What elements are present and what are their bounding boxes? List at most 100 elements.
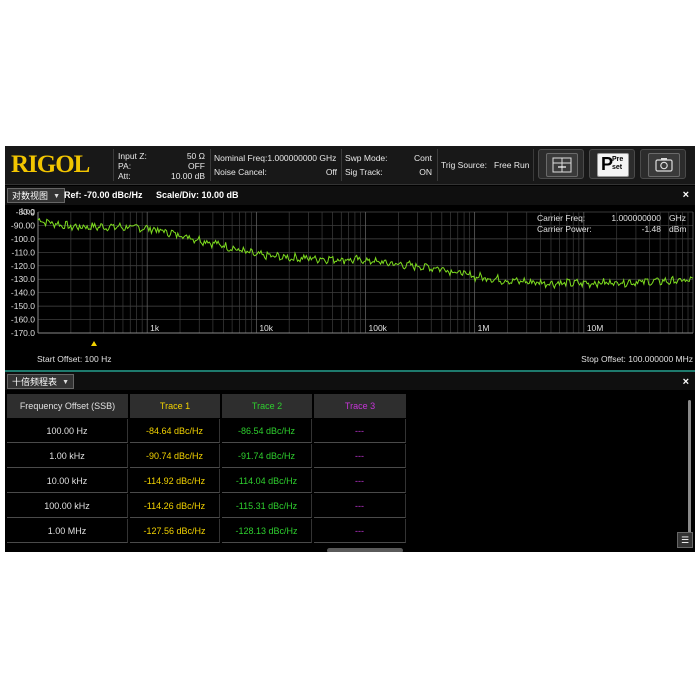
y-tick-label: -100.0 — [11, 234, 35, 244]
nominal-freq[interactable]: Nominal Freq:1.000000000 GHz — [214, 153, 336, 163]
table-mode-label: 十倍频程表 — [12, 377, 58, 387]
table-row-offset: 100.00 kHz — [7, 494, 128, 518]
pa-value[interactable]: OFF — [155, 161, 205, 171]
swp-mode-value[interactable]: Cont — [400, 153, 432, 163]
carrier-freq-label: Carrier Freq: — [537, 213, 585, 223]
header-divider — [113, 149, 114, 181]
scale-div[interactable]: Scale/Div: 10.00 dB — [156, 190, 239, 200]
x-tick-label: 10M — [587, 323, 604, 333]
x-tick-label: 100k — [369, 323, 388, 333]
plot-grid — [37, 211, 694, 334]
phase-noise-plot[interactable]: Log-80.0-90.00-100.0-110.0-120.0-130.0-1… — [5, 205, 695, 368]
vertical-scrollbar[interactable] — [688, 400, 691, 540]
carrier-power-value: -1.48 — [642, 224, 662, 234]
header-divider — [437, 149, 438, 181]
table-cell-trace-2: -91.74 dBc/Hz — [222, 444, 312, 468]
analyzer-screen: RIGOL Input Z: PA: Att: 50 Ω OFF 10.00 d… — [5, 146, 695, 552]
start-offset[interactable]: Start Offset: 100 Hz — [37, 354, 112, 364]
preset-icon-text-top: Pre — [612, 156, 624, 163]
y-tick-label: -140.0 — [11, 288, 35, 298]
phase-noise-trace-window: 对数视图 ▼ Ref: -70.00 dBc/Hz Scale/Div: 10.… — [5, 186, 695, 368]
x-tick-label: 1k — [150, 323, 160, 333]
att-label: Att: — [118, 171, 131, 181]
table-cell-trace-1: -114.92 dBc/Hz — [130, 469, 220, 493]
ref-level[interactable]: Ref: -70.00 dBc/Hz — [64, 190, 143, 200]
table-cell-trace-2: -114.04 dBc/Hz — [222, 469, 312, 493]
table-row-offset: 1.00 MHz — [7, 519, 128, 543]
chevron-down-icon: ▼ — [53, 193, 61, 200]
trig-source-value[interactable]: Free Run — [494, 160, 529, 170]
view-mode-label: 对数视图 — [12, 191, 49, 201]
table-cell-trace-3: --- — [314, 494, 406, 518]
swp-mode-label: Swp Mode: — [345, 153, 388, 163]
header-divider — [533, 149, 534, 181]
view-mode-dropdown[interactable]: 对数视图 ▼ — [7, 188, 66, 203]
stop-offset[interactable]: Stop Offset: 100.000000 MHz — [581, 354, 693, 364]
preset-icon-text-bottom: set — [612, 164, 623, 171]
noise-cancel-value[interactable]: Off — [305, 167, 337, 177]
noise-cancel-label: Noise Cancel: — [214, 167, 267, 177]
close-icon[interactable]: × — [683, 376, 689, 388]
close-icon[interactable]: × — [683, 189, 689, 201]
input-z-value[interactable]: 50 Ω — [155, 151, 205, 161]
trig-source-label: Trig Source: — [441, 160, 487, 170]
table-header-2[interactable]: Trace 2 — [222, 394, 313, 418]
collapse-panel-icon: ☰ — [680, 535, 690, 545]
trace-window-titlebar: 对数视图 ▼ Ref: -70.00 dBc/Hz Scale/Div: 10.… — [5, 186, 695, 205]
y-tick-label: -150.0 — [11, 301, 35, 311]
table-cell-trace-3: --- — [314, 444, 406, 468]
table-cell-trace-1: -114.26 dBc/Hz — [130, 494, 220, 518]
table-mode-dropdown[interactable]: 十倍频程表 ▼ — [7, 374, 75, 389]
x-tick-label: 10k — [259, 323, 273, 333]
camera-icon — [648, 153, 680, 177]
table-cell-trace-1: -127.56 dBc/Hz — [130, 519, 220, 543]
table-cell-trace-2: -115.31 dBc/Hz — [222, 494, 312, 518]
carrier-power-unit: dBm — [669, 224, 686, 234]
table-cell-trace-1: -84.64 dBc/Hz — [130, 419, 220, 443]
header-divider — [341, 149, 342, 181]
collapse-panel-button[interactable]: ☰ — [677, 532, 693, 548]
chevron-down-icon: ▼ — [62, 379, 70, 386]
input-z-label: Input Z: — [118, 151, 147, 161]
table-cell-trace-3: --- — [314, 469, 406, 493]
marker-table-button[interactable] — [538, 149, 584, 179]
y-tick-label: -90.00 — [11, 220, 35, 230]
marker-table-icon — [546, 153, 578, 177]
preset-button[interactable]: P Pre set — [589, 149, 635, 179]
sig-track-label: Sig Track: — [345, 167, 383, 177]
y-tick-label: -120.0 — [11, 261, 35, 271]
carrier-power-label: Carrier Power: — [537, 224, 592, 234]
table-cell-trace-2: -128.13 dBc/Hz — [222, 519, 312, 543]
status-header: RIGOL Input Z: PA: Att: 50 Ω OFF 10.00 d… — [5, 146, 695, 185]
decade-table-window: 十倍频程表 ▼ × Frequency Offset (SSB) Trace 1T… — [5, 370, 695, 552]
horizontal-scrollbar[interactable] — [327, 548, 403, 552]
x-axis-ticks: 1k 10k 100k 1M 10M — [150, 323, 603, 333]
y-tick-label: -110.0 — [12, 247, 36, 257]
table-header-3[interactable]: Trace 3 — [314, 394, 407, 418]
table-row-offset: 1.00 kHz — [7, 444, 128, 468]
y-axis-ticks: Log-80.0-90.00-100.0-110.0-120.0-130.0-1… — [11, 206, 35, 338]
preset-icon: P Pre set — [597, 153, 629, 177]
att-value[interactable]: 10.00 dB — [155, 171, 205, 181]
table-header-0[interactable]: Frequency Offset (SSB) — [7, 394, 129, 418]
x-tick-label: 1M — [478, 323, 490, 333]
start-offset-marker — [91, 341, 97, 346]
carrier-freq-unit: GHz — [669, 213, 686, 223]
pa-label: PA: — [118, 161, 132, 171]
header-divider — [210, 149, 211, 181]
table-row-offset: 100.00 Hz — [7, 419, 128, 443]
table-cell-trace-3: --- — [314, 519, 406, 543]
table-cell-trace-2: -86.54 dBc/Hz — [222, 419, 312, 443]
sig-track-value[interactable]: ON — [400, 167, 432, 177]
y-tick-label: -160.0 — [11, 315, 35, 325]
table-cell-trace-3: --- — [314, 419, 406, 443]
y-tick-label: -170.0 — [11, 328, 35, 338]
table-header-1[interactable]: Trace 1 — [130, 394, 221, 418]
table-cell-trace-1: -90.74 dBc/Hz — [130, 444, 220, 468]
y-tick-label: -80.0 — [16, 207, 36, 217]
y-tick-label: -130.0 — [11, 274, 35, 284]
carrier-freq-value: 1.000000000 — [611, 213, 661, 223]
screenshot-button[interactable] — [640, 149, 686, 179]
rigol-logo: RIGOL — [11, 151, 90, 178]
table-window-titlebar: 十倍频程表 ▼ × — [5, 372, 695, 390]
